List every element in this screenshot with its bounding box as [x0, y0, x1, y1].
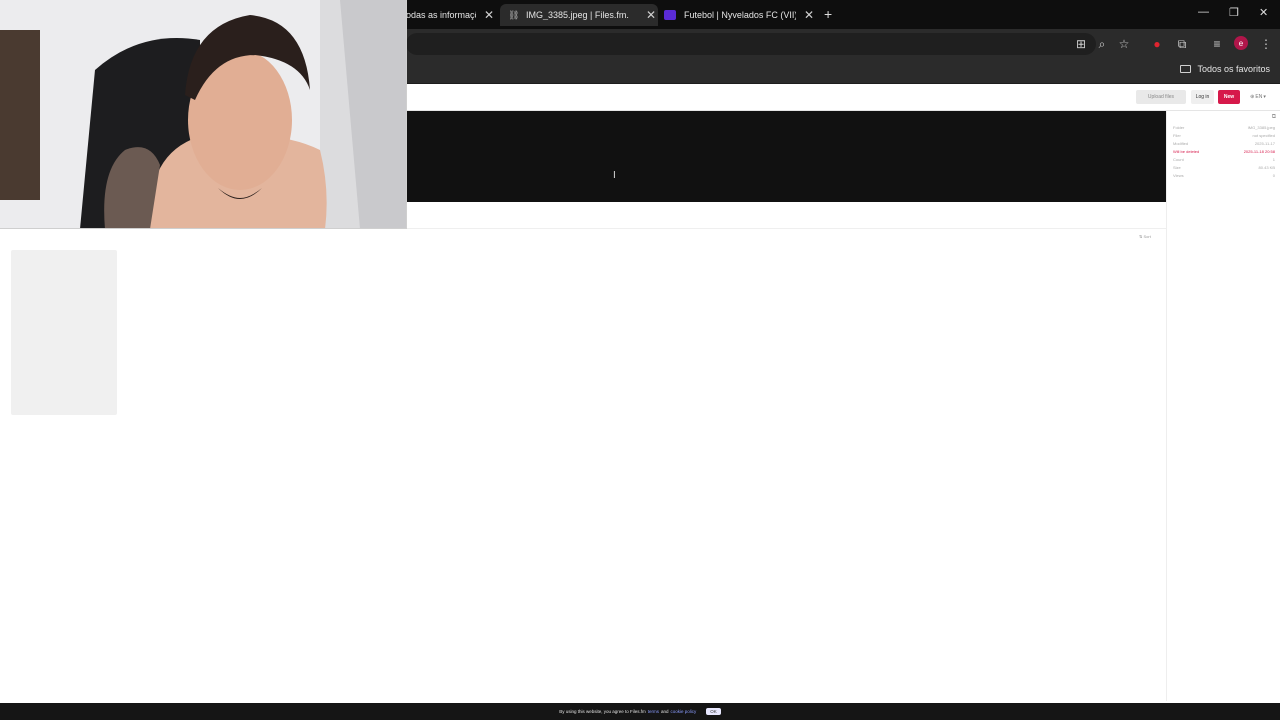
file-info-panel: ⧉ Folder IMG_3385.jpeg Filer not specifi… [1166, 111, 1280, 701]
file-thumbnail-placeholder[interactable] [11, 250, 117, 415]
chevron-down-icon: ▾ [1263, 94, 1266, 100]
meta-label: Views [1173, 173, 1184, 178]
folder-label: Todos os favoritos [1197, 64, 1270, 74]
meta-row: Size 80.43 KB [1173, 165, 1275, 170]
meta-label: Will be deleted [1173, 149, 1200, 154]
extensions-puzzle-icon[interactable]: ⧉ [1175, 37, 1189, 51]
meta-label: Size [1173, 165, 1181, 170]
sort-label: Sort [1143, 234, 1151, 239]
media-icon[interactable]: ≡ [1210, 37, 1224, 51]
minimize-icon[interactable]: — [1198, 6, 1209, 18]
panel-toggle-icon[interactable]: ⧉ [1272, 114, 1276, 121]
meta-label: Filer [1173, 133, 1181, 138]
tab-info[interactable]: odas as informaçõe ✕ [406, 4, 506, 26]
text-cursor-icon: I [613, 170, 616, 181]
webcam-overlay [0, 0, 407, 229]
close-icon[interactable]: ✕ [484, 8, 494, 22]
address-bar[interactable] [406, 33, 1096, 55]
meta-value: 80.43 KB [1258, 165, 1275, 170]
terms-link[interactable]: terms [648, 709, 659, 714]
meta-row: Count 1 [1173, 157, 1275, 162]
meta-label: Modified [1173, 141, 1189, 146]
close-icon[interactable]: ✕ [804, 8, 814, 22]
webcam-person-image [0, 0, 406, 228]
meta-value: IMG_3385.jpeg [1247, 125, 1275, 130]
sort-icon: ⇅ [1139, 234, 1143, 239]
translate-icon[interactable]: ⊞ [1074, 37, 1088, 51]
menu-kebab-icon[interactable]: ⋮ [1259, 37, 1273, 51]
tab-files-fm[interactable]: ⛓ IMG_3385.jpeg | Files.fm. ✕ [500, 4, 658, 26]
meta-value: 0 [1272, 173, 1275, 178]
cookie-policy-link[interactable]: cookie policy [671, 709, 697, 714]
cookie-ok-button[interactable]: OK [706, 708, 721, 715]
cookie-text: By using this website, you agree to File… [559, 709, 646, 714]
meta-row-deletion: Will be deleted 2025-11-18 20:58 [1173, 149, 1275, 154]
meta-value: 1 [1272, 157, 1275, 162]
language-selector[interactable]: ⊕ EN ▾ [1246, 90, 1270, 104]
link-icon: ⛓ [508, 10, 520, 20]
meta-label: Folder [1173, 125, 1185, 130]
new-button[interactable]: New [1218, 90, 1240, 104]
close-window-icon[interactable]: ✕ [1259, 6, 1268, 19]
extension-red-icon[interactable]: ● [1150, 37, 1164, 51]
tab-futebol[interactable]: Futebol | Nyvelados FC (VII) | C ✕ [664, 4, 814, 26]
cookie-and: and [661, 709, 669, 714]
meta-value: not specified [1252, 133, 1275, 138]
tab-title: IMG_3385.jpeg | Files.fm. [526, 10, 629, 20]
meta-row: Filer not specified [1173, 133, 1275, 138]
meta-label: Count [1173, 157, 1184, 162]
zoom-icon[interactable]: ⌕ [1095, 37, 1109, 51]
login-button[interactable]: Log in [1191, 90, 1214, 104]
meta-row: Modified 2025-11-17 [1173, 141, 1275, 146]
meta-row: Folder IMG_3385.jpeg [1173, 125, 1275, 130]
profile-avatar[interactable]: e [1234, 36, 1248, 50]
meta-value: 2025-11-18 20:58 [1243, 149, 1275, 154]
cookie-banner: By using this website, you agree to File… [0, 703, 1280, 720]
all-bookmarks-folder[interactable]: Todos os favoritos [1180, 64, 1270, 74]
meta-value: 2025-11-17 [1254, 141, 1275, 146]
tab-title: odas as informaçõe [406, 10, 476, 20]
close-icon[interactable]: ✕ [646, 8, 656, 22]
meta-row: Views 0 [1173, 173, 1275, 178]
nyvelados-favicon-icon [664, 10, 676, 20]
globe-icon: ⊕ [1250, 94, 1255, 100]
sort-button[interactable]: ⇅ Sort [1139, 234, 1151, 239]
star-icon[interactable]: ☆ [1117, 37, 1131, 51]
folder-icon [1180, 65, 1192, 73]
upload-files-button[interactable]: Upload files [1136, 90, 1186, 104]
tab-title: Futebol | Nyvelados FC (VII) | C [684, 10, 796, 20]
new-tab-button[interactable]: + [824, 6, 832, 22]
language-label: EN [1255, 94, 1263, 100]
restore-icon[interactable]: ❐ [1229, 6, 1239, 19]
